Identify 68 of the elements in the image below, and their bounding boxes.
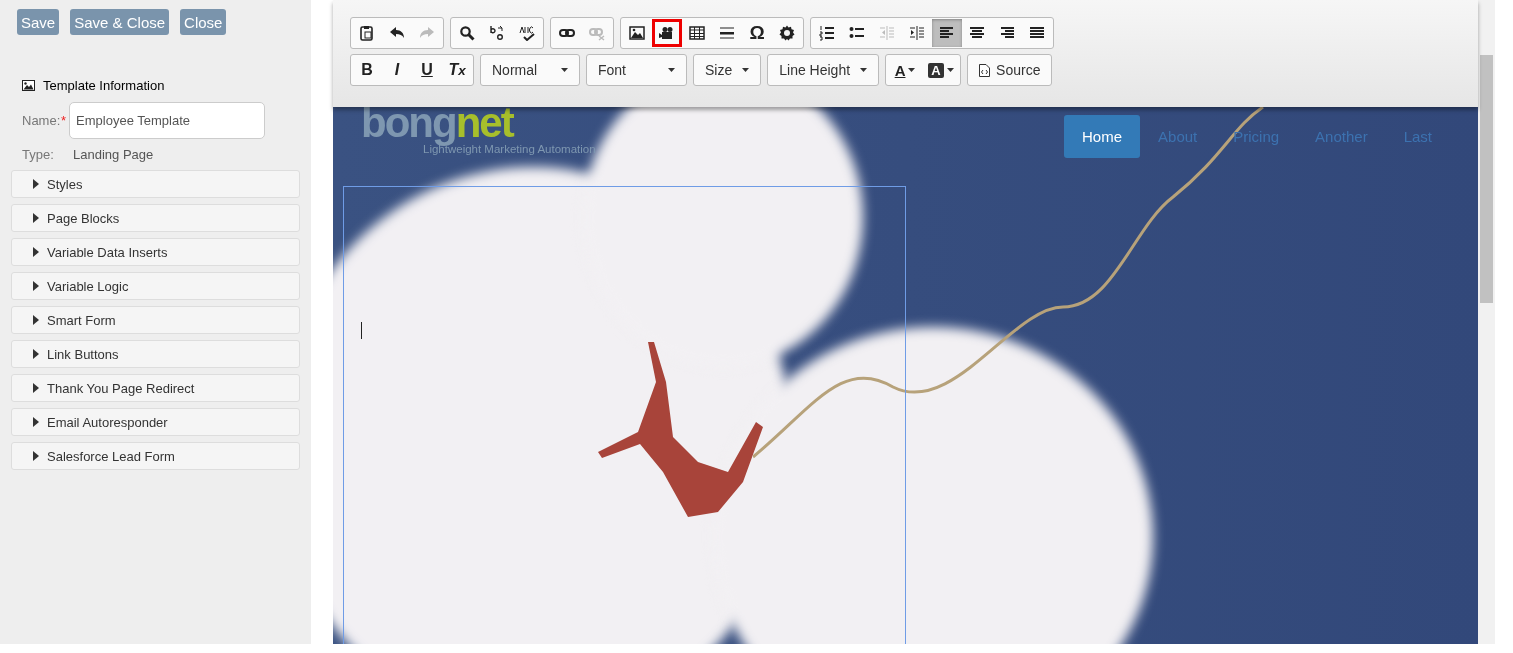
accordion-header[interactable]: Link Buttons xyxy=(11,340,300,368)
caret-icon xyxy=(908,68,916,72)
caret-icon xyxy=(860,68,868,72)
numbered-list-icon xyxy=(819,25,835,41)
scrollbar-thumb[interactable] xyxy=(1480,55,1493,303)
caret-icon xyxy=(668,68,675,72)
search-icon xyxy=(459,25,475,41)
caret-right-icon xyxy=(33,349,39,359)
caret-icon xyxy=(946,68,954,72)
accordion-header[interactable]: Email Autoresponder xyxy=(11,408,300,436)
accordion-header[interactable]: Smart Form xyxy=(11,306,300,334)
logo: bongnet Lightweight Marketing Automation xyxy=(361,107,596,155)
image-icon xyxy=(629,25,645,41)
dropdown-button[interactable]: Normal xyxy=(482,56,578,84)
type-value: Landing Page xyxy=(73,147,154,162)
scrollbar[interactable] xyxy=(1478,0,1495,644)
required-mark: * xyxy=(61,113,67,128)
symbol-button[interactable]: Ω xyxy=(742,19,772,47)
caret-right-icon xyxy=(33,417,39,427)
section-title: Template Information xyxy=(43,78,165,93)
dropdown-button[interactable]: Size xyxy=(695,56,760,84)
caret-icon xyxy=(561,68,568,72)
align-right-icon xyxy=(999,25,1015,41)
text-cursor xyxy=(361,322,362,339)
color-button[interactable]: A xyxy=(887,56,924,84)
source-button[interactable]: Source xyxy=(969,56,1051,84)
dropdown-button[interactable]: Line Height xyxy=(769,56,878,84)
field-label: Type: xyxy=(22,147,55,162)
caret-right-icon xyxy=(33,281,39,291)
caret-right-icon xyxy=(33,213,39,223)
format-button[interactable]: U xyxy=(412,56,442,84)
accordion-header[interactable]: Salesforce Lead Form xyxy=(11,442,300,470)
justify-icon xyxy=(1029,25,1045,41)
caret-icon xyxy=(742,68,750,72)
document-icon xyxy=(979,63,991,77)
table-icon xyxy=(689,25,705,41)
accordion-header[interactable]: Variable Data Inserts xyxy=(11,238,300,266)
caret-right-icon xyxy=(33,451,39,461)
spellcheck-icon xyxy=(519,25,535,41)
unlink-icon xyxy=(589,25,605,41)
align-left-icon xyxy=(939,25,955,41)
accordion-header[interactable]: Page Blocks xyxy=(11,204,300,232)
nav-link[interactable]: Home xyxy=(1064,115,1141,158)
caret-right-icon xyxy=(33,315,39,325)
toolbar-button[interactable] xyxy=(652,19,682,47)
format-button[interactable]: B xyxy=(352,56,382,84)
image-icon xyxy=(22,80,35,91)
format-button[interactable]: I xyxy=(382,56,412,84)
caret-right-icon xyxy=(33,383,39,393)
dropdown-button[interactable]: Font xyxy=(588,56,685,84)
accordion-header[interactable]: Thank You Page Redirect xyxy=(11,374,300,402)
indent-icon xyxy=(909,25,925,41)
video-camera-icon xyxy=(659,25,675,41)
caret-right-icon xyxy=(33,247,39,257)
replace-icon xyxy=(489,25,505,41)
field-label: Name: xyxy=(22,113,61,128)
horizontal-rule-icon xyxy=(719,25,735,41)
toolbar-button[interactable] xyxy=(932,19,962,47)
bullet-list-icon xyxy=(849,25,865,41)
outdent-icon xyxy=(879,25,895,41)
accordion-header[interactable]: Variable Logic xyxy=(11,272,300,300)
color-button[interactable]: A xyxy=(923,56,960,84)
accordion-header[interactable]: Styles xyxy=(11,170,300,198)
align-center-icon xyxy=(969,25,985,41)
paste-word-icon xyxy=(359,25,375,41)
caret-right-icon xyxy=(33,179,39,189)
gear-icon xyxy=(779,25,795,41)
name-field[interactable]: Employee Template xyxy=(69,102,266,139)
